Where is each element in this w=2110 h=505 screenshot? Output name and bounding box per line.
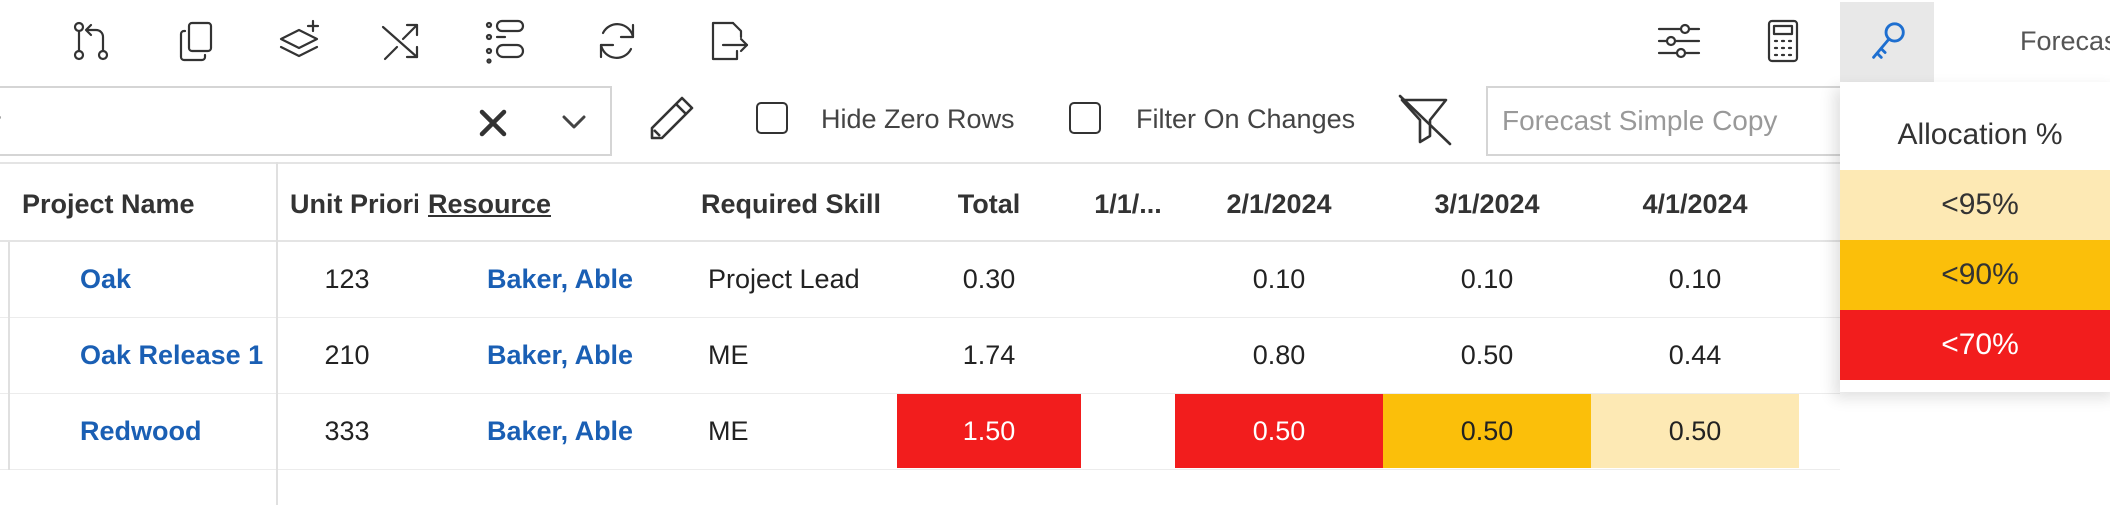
priority-cell: 123	[324, 264, 370, 294]
pencil-icon[interactable]	[642, 92, 698, 148]
add-layer-icon[interactable]	[272, 14, 326, 68]
project-name-cell[interactable]: Oak Release 1	[80, 318, 263, 392]
col-unit-priority[interactable]: Unit Priori	[290, 164, 418, 244]
resource-cell[interactable]: Baker, Able	[487, 242, 633, 316]
hide-zero-rows-checkbox[interactable]	[756, 102, 788, 134]
export-icon[interactable]	[700, 14, 754, 68]
month-4-cell: 0.10	[1668, 264, 1722, 294]
project-name-cell[interactable]: Oak	[80, 242, 131, 316]
merge-icon[interactable]	[64, 14, 118, 68]
col-month-2[interactable]: 2/1/2024	[1175, 164, 1383, 244]
col-month-4[interactable]: 4/1/2024	[1591, 164, 1799, 244]
resource-cell[interactable]: Baker, Able	[487, 318, 633, 392]
total-cell: 1.74	[962, 340, 1016, 370]
col-month-3[interactable]: 3/1/2024	[1383, 164, 1591, 244]
filter-on-changes-checkbox[interactable]	[1069, 102, 1101, 134]
project-name-cell[interactable]: Redwood	[80, 394, 202, 468]
tab-forecast[interactable]: Forecast	[2020, 26, 2110, 57]
priority-cell: 210	[324, 340, 370, 370]
legend-item-95: <95%	[1840, 170, 2110, 240]
month-3-cell: 0.10	[1460, 264, 1514, 294]
allocation-legend-popup: Allocation % <95% <90% <70%	[1840, 82, 2110, 392]
filter-on-changes-label: Filter On Changes	[1136, 104, 1356, 134]
total-cell: 1.50	[897, 394, 1081, 468]
sliders-icon[interactable]	[1652, 14, 1706, 68]
month-2-cell: 0.80	[1252, 340, 1306, 370]
priority-cell: 333	[324, 416, 370, 446]
filter-off-icon[interactable]	[1394, 92, 1456, 148]
chevron-down-icon[interactable]	[556, 104, 592, 140]
column-divider	[8, 242, 10, 470]
col-month-1[interactable]: 1/1/...	[1081, 164, 1175, 244]
col-total[interactable]: Total	[897, 164, 1081, 244]
month-1-cell	[1081, 394, 1175, 468]
legend-item-90: <90%	[1840, 240, 2110, 310]
calculator-icon[interactable]	[1756, 14, 1810, 68]
hide-zero-rows-label: Hide Zero Rows	[821, 104, 1015, 134]
month-4-cell: 0.50	[1591, 394, 1799, 468]
col-project-name[interactable]: Project Name	[22, 164, 195, 244]
copy-icon[interactable]	[170, 14, 224, 68]
col-required-skill[interactable]: Required Skill	[701, 164, 881, 244]
month-3-cell: 0.50	[1383, 394, 1591, 468]
month-1-cell	[1081, 242, 1175, 316]
column-divider	[276, 162, 278, 505]
clear-icon[interactable]	[476, 106, 510, 140]
month-1-cell	[1081, 318, 1175, 392]
legend-item-70: <70%	[1840, 310, 2110, 380]
legend-title: Allocation %	[1897, 118, 2063, 151]
resource-cell[interactable]: Baker, Able	[487, 394, 633, 468]
list-toggle-icon[interactable]	[478, 14, 532, 68]
month-3-cell: 0.50	[1460, 340, 1514, 370]
search-placeholder: r	[0, 106, 1, 138]
col-resource[interactable]: Resource	[428, 164, 551, 244]
refresh-icon[interactable]	[590, 14, 644, 68]
month-2-cell: 0.50	[1175, 394, 1383, 468]
month-2-cell: 0.10	[1252, 264, 1306, 294]
skill-cell: ME	[708, 340, 749, 370]
skill-cell: ME	[708, 416, 749, 446]
total-cell: 0.30	[962, 264, 1016, 294]
shuffle-icon[interactable]	[374, 14, 428, 68]
skill-cell: Project Lead	[708, 264, 860, 294]
key-icon[interactable]	[1840, 2, 1934, 82]
search-combobox[interactable]: r	[0, 86, 612, 156]
month-4-cell: 0.44	[1668, 340, 1722, 370]
